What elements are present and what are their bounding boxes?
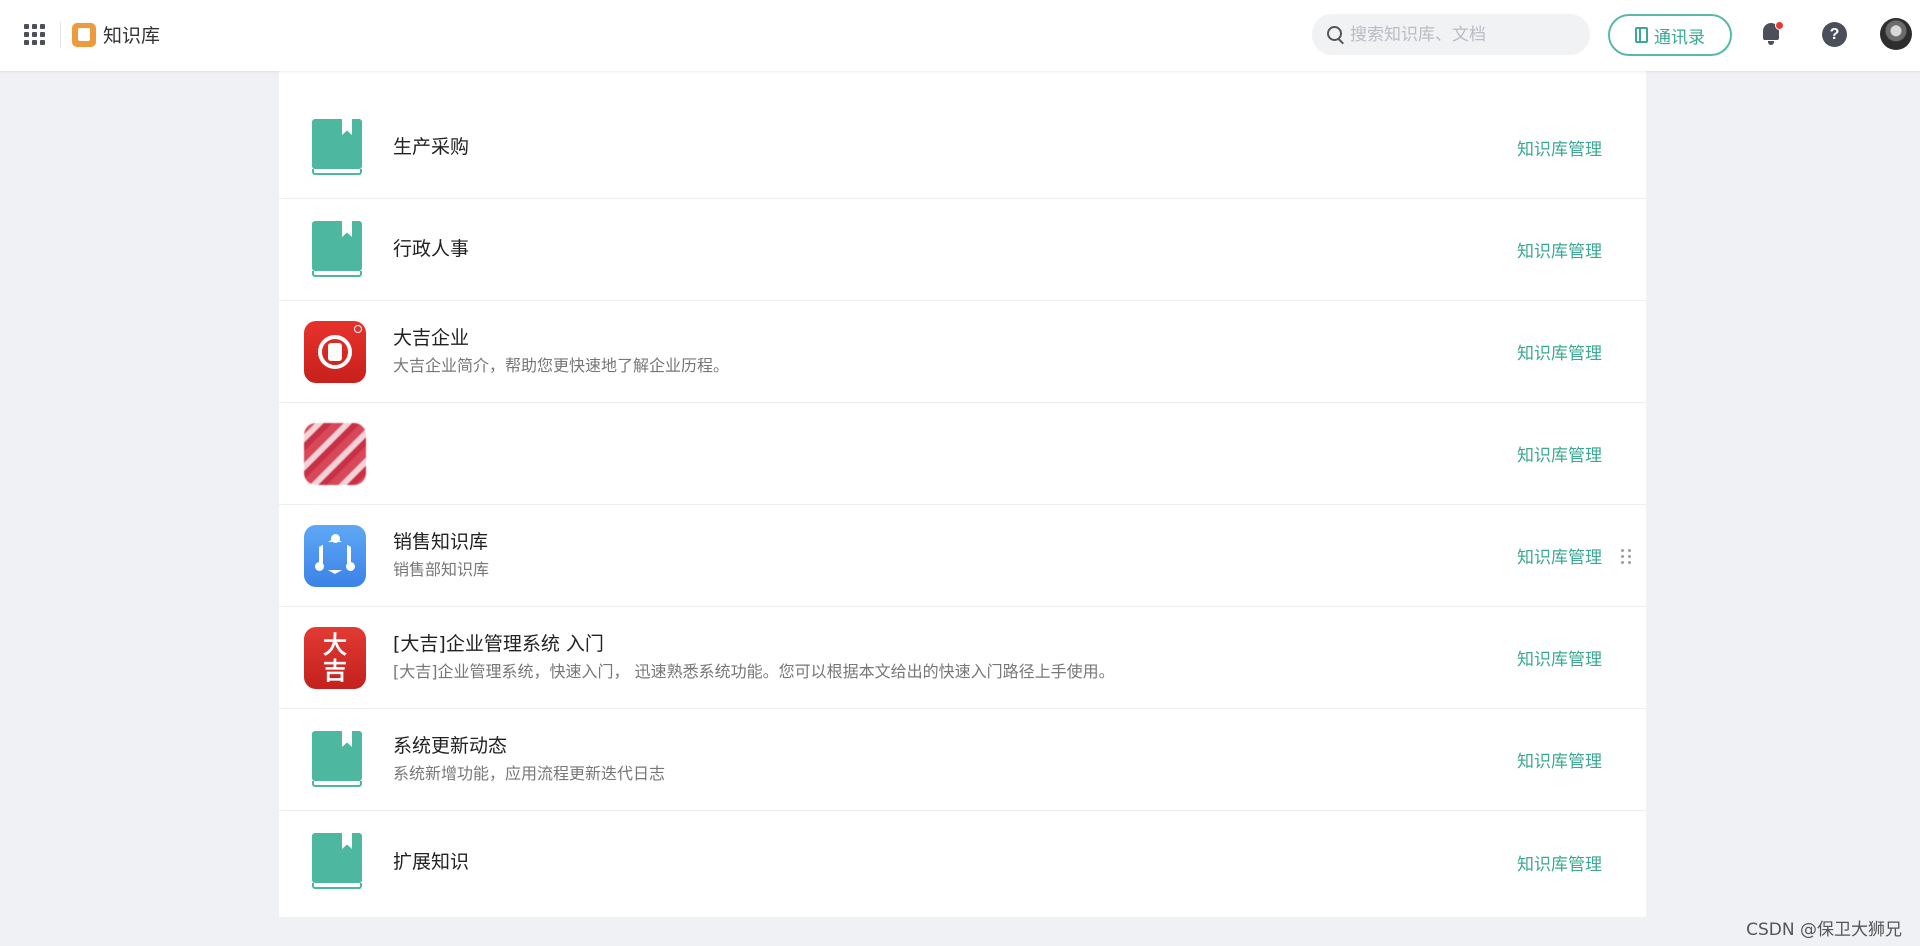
manage-link[interactable]: 知识库管理 [1517,301,1602,402]
list-item[interactable]: 大吉企业 大吉企业简介，帮助您更快速地了解企业历程。 知识库管理 [279,301,1646,403]
knowledge-base-title: 生产采购 [393,136,470,158]
app-grid-icon[interactable] [22,22,46,46]
list-item[interactable]: 扩展知识 知识库管理 [279,811,1646,913]
manage-link[interactable]: 知识库管理 [1517,811,1602,913]
drag-handle-icon[interactable] [1621,549,1633,564]
search-icon [1326,25,1346,45]
knowledge-base-title: 扩展知识 [393,850,470,873]
list-item[interactable]: 销售知识库 销售部知识库 知识库管理 [279,505,1646,607]
notification-bell-icon[interactable] [1760,20,1784,48]
list-item[interactable]: 知识库管理 [279,403,1646,505]
contacts-book-icon [1635,27,1648,43]
knowledge-base-list: 生产采购 知识库管理 行政人事 知识库管理 大吉企业 大吉企业简介，帮助您更快速… [279,71,1646,917]
list-item[interactable]: 行政人事 知识库管理 [279,199,1646,301]
search-box [1312,14,1590,55]
dj-character-icon: 大 吉 [304,627,366,689]
knowledge-base-title: [大吉]企业管理系统 入门 [393,633,604,655]
list-item[interactable]: 生产采购 知识库管理 [279,97,1646,199]
knowledge-base-title: 销售知识库 [393,531,489,553]
knowledge-base-description: 系统新增功能，应用流程更新迭代日志 [393,764,666,783]
book-icon [312,731,362,789]
knowledge-base-description: 大吉企业简介，帮助您更快速地了解企业历程。 [393,356,730,375]
brand[interactable]: 知识库 [72,21,160,48]
manage-link[interactable]: 知识库管理 [1517,607,1602,708]
hexagon-network-icon [304,525,366,587]
list-item[interactable]: 大 吉 [大吉]企业管理系统 入门 [大吉]企业管理系统，快速入门， 迅速熟悉系… [279,607,1646,709]
book-icon [312,833,362,891]
logo-char-2: 吉 [323,656,347,685]
app-title: 知识库 [103,25,161,47]
contacts-label: 通讯录 [1654,27,1705,47]
knowledge-base-title: 大吉企业 [393,327,470,349]
knowledge-base-title: 行政人事 [393,238,470,260]
top-bar: 知识库 通讯录 ? [0,0,1920,71]
manage-link[interactable]: 知识库管理 [1517,199,1602,300]
manage-link[interactable]: 知识库管理 [1517,403,1602,504]
avatar[interactable] [1880,18,1912,50]
help-icon[interactable]: ? [1822,22,1847,47]
company-logo-icon [304,321,366,383]
manage-link[interactable]: 知识库管理 [1517,97,1602,198]
header-divider [60,22,61,48]
knowledge-base-description: 销售部知识库 [393,560,490,579]
knowledge-base-logo-icon [72,22,96,47]
blurred-image-icon [304,423,366,485]
manage-link[interactable]: 知识库管理 [1517,505,1602,606]
watermark: CSDN @保卫大狮兄 [1746,920,1902,940]
book-icon [312,221,362,279]
contacts-button[interactable]: 通讯录 [1608,14,1732,56]
search-input[interactable] [1350,24,1570,45]
book-icon [312,119,362,177]
knowledge-base-description: [大吉]企业管理系统，快速入门， 迅速熟悉系统功能。您可以根据本文给出的快速入门… [393,662,1115,681]
logo-char-1: 大 [323,630,347,659]
manage-link[interactable]: 知识库管理 [1517,709,1602,810]
list-item[interactable]: 系统更新动态 系统新增功能，应用流程更新迭代日志 知识库管理 [279,709,1646,811]
notification-dot [1775,21,1784,30]
knowledge-base-title: 系统更新动态 [393,735,508,757]
